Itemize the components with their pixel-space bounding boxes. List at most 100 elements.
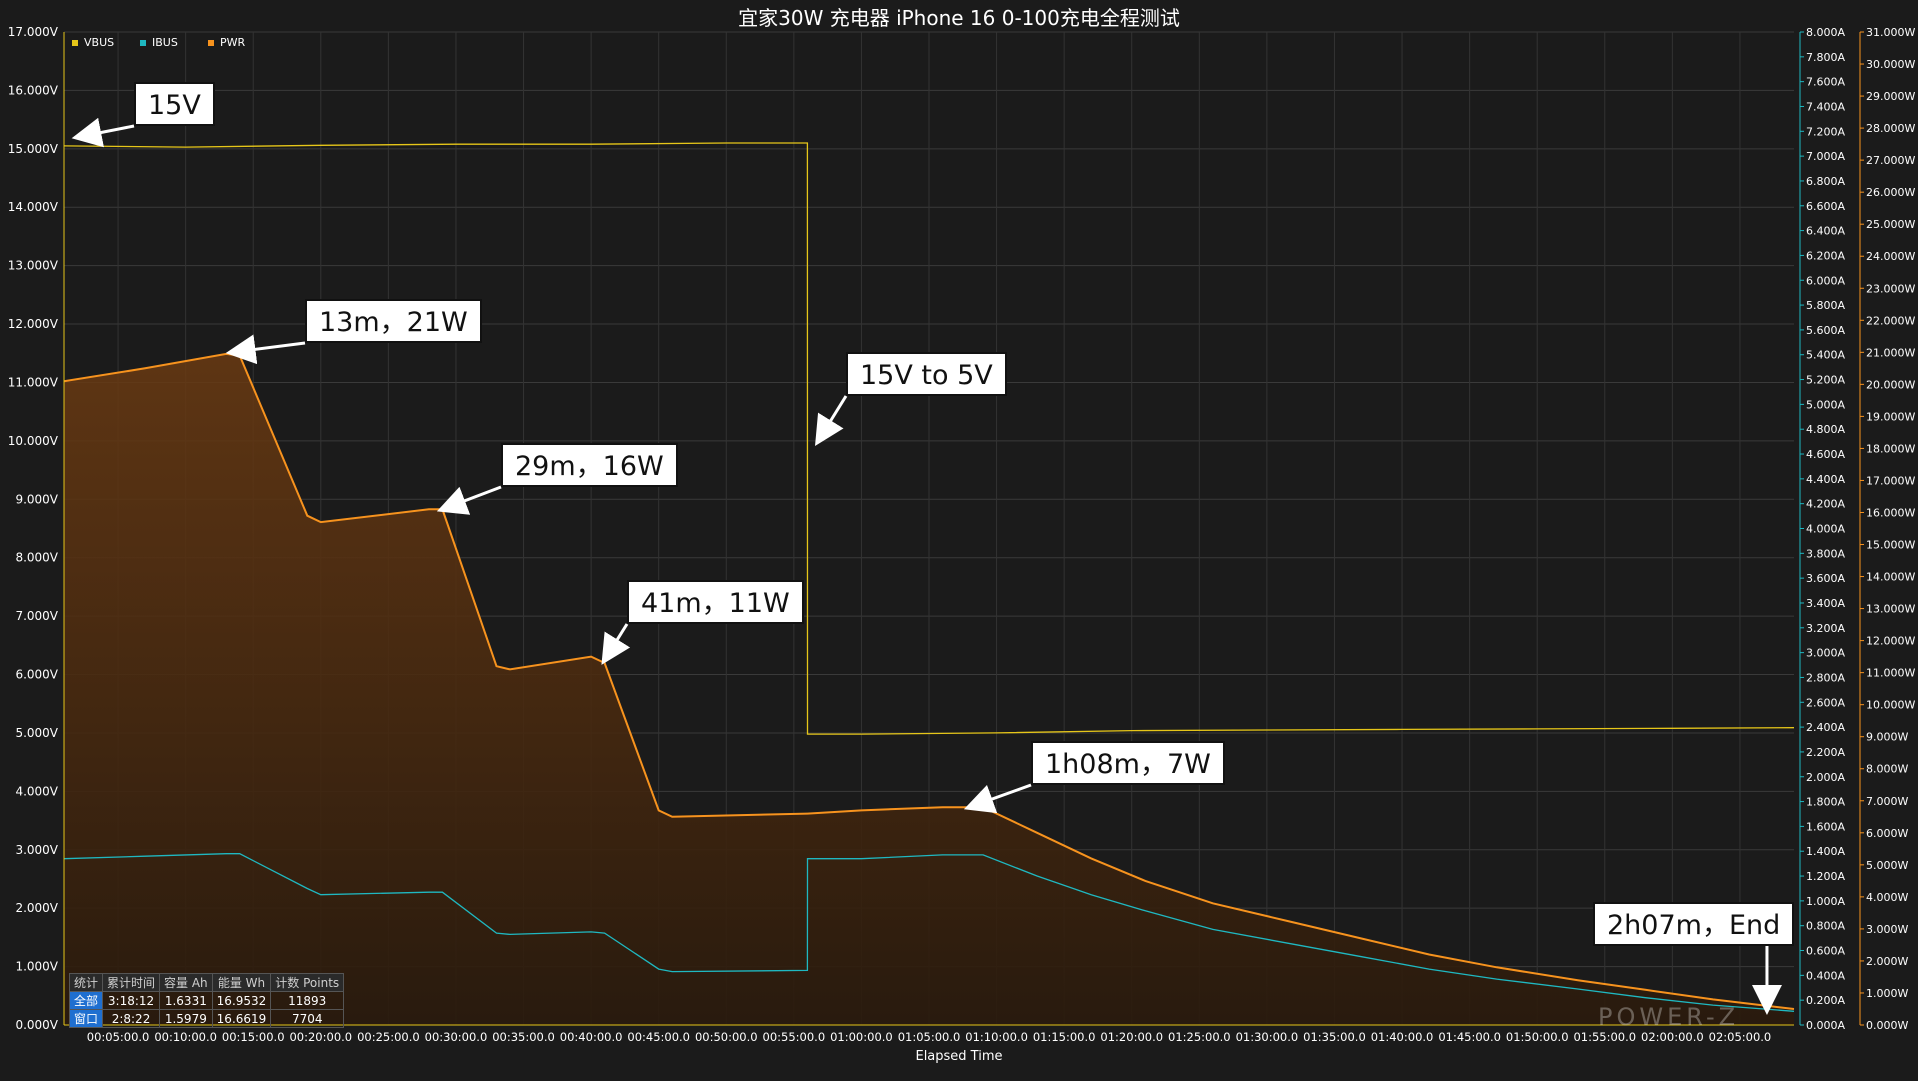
stats-cell-energy: 16.9532 xyxy=(211,991,272,1010)
y-tick-label-current: 7.800A xyxy=(1806,51,1845,64)
y-tick-label-voltage: 2.000V xyxy=(15,901,58,915)
x-tick-label: 00:40:00.0 xyxy=(560,1030,623,1044)
y-tick-label-current: 5.600A xyxy=(1806,324,1845,337)
x-tick-label: 00:45:00.0 xyxy=(627,1030,690,1044)
legend-item-ibus: IBUS xyxy=(140,36,178,49)
y-tick-label-power: 10.000W xyxy=(1866,699,1915,712)
x-tick-label: 01:50:00.0 xyxy=(1506,1030,1569,1044)
x-tick-label: 01:05:00.0 xyxy=(898,1030,961,1044)
y-tick-label-power: 26.000W xyxy=(1866,186,1915,199)
y-tick-label-voltage: 15.000V xyxy=(8,142,59,156)
callout-label: 29m，16W xyxy=(501,443,678,487)
y-tick-label-current: 6.400A xyxy=(1806,225,1845,238)
y-tick-label-current: 6.200A xyxy=(1806,249,1845,262)
y-tick-label-power: 22.000W xyxy=(1866,314,1915,327)
x-axis-label: Elapsed Time xyxy=(915,1049,1003,1064)
y-tick-label-power: 13.000W xyxy=(1866,603,1915,616)
y-tick-label-power: 18.000W xyxy=(1866,442,1915,455)
stats-row-all: 全部 3:18:12 1.6331 16.9532 11893 xyxy=(68,991,345,1010)
y-tick-label-current: 4.800A xyxy=(1806,423,1845,436)
y-tick-label-voltage: 7.000V xyxy=(15,609,58,623)
y-tick-label-current: 3.200A xyxy=(1806,622,1845,635)
y-tick-label-current: 2.200A xyxy=(1806,746,1845,759)
y-tick-label-power: 4.000W xyxy=(1866,891,1908,904)
y-tick-label-power: 28.000W xyxy=(1866,122,1915,135)
y-tick-label-current: 5.400A xyxy=(1806,349,1845,362)
y-tick-label-current: 7.000A xyxy=(1806,150,1845,163)
y-tick-label-power: 17.000W xyxy=(1866,474,1915,487)
stats-cell-energy: 16.6619 xyxy=(211,1009,272,1028)
y-tick-label-power: 15.000W xyxy=(1866,539,1915,552)
x-tick-label: 01:10:00.0 xyxy=(965,1030,1028,1044)
x-tick-label: 00:15:00.0 xyxy=(222,1030,285,1044)
y-tick-label-voltage: 5.000V xyxy=(15,726,58,740)
legend-label: IBUS xyxy=(152,36,178,49)
chart-title: 宜家30W 充电器 iPhone 16 0-100充电全程测试 xyxy=(738,6,1180,30)
y-tick-label-current: 0.800A xyxy=(1806,920,1845,933)
y-tick-label-current: 4.000A xyxy=(1806,523,1845,536)
y-tick-label-voltage: 14.000V xyxy=(8,200,59,214)
y-tick-label-power: 11.000W xyxy=(1866,667,1915,680)
x-tick-label: 01:25:00.0 xyxy=(1168,1030,1231,1044)
y-tick-label-power: 25.000W xyxy=(1866,218,1915,231)
y-tick-label-power: 16.000W xyxy=(1866,506,1915,519)
x-tick-label: 00:55:00.0 xyxy=(763,1030,826,1044)
y-tick-label-current: 4.600A xyxy=(1806,448,1845,461)
y-tick-label-power: 3.000W xyxy=(1866,923,1908,936)
stats-row-window: 窗口 2:8:22 1.5979 16.6619 7704 xyxy=(68,1009,345,1028)
x-tick-label: 00:10:00.0 xyxy=(154,1030,217,1044)
x-tick-label: 00:05:00.0 xyxy=(87,1030,150,1044)
x-tick-label: 01:00:00.0 xyxy=(830,1030,893,1044)
y-tick-label-power: 19.000W xyxy=(1866,410,1915,423)
y-tick-label-voltage: 12.000V xyxy=(8,317,59,331)
y-tick-label-power: 9.000W xyxy=(1866,731,1908,744)
y-tick-label-current: 3.600A xyxy=(1806,572,1845,585)
stats-table: 统计 累计时间 容量 Ah 能量 Wh 计数 Points 全部 3:18:12… xyxy=(68,973,345,1028)
x-tick-label: 01:40:00.0 xyxy=(1371,1030,1434,1044)
legend-swatch xyxy=(208,39,214,46)
y-tick-label-power: 30.000W xyxy=(1866,58,1915,71)
y-tick-label-power: 27.000W xyxy=(1866,154,1915,167)
callout-label: 41m，11W xyxy=(627,580,804,624)
y-tick-label-voltage: 1.000V xyxy=(15,960,58,974)
y-tick-label-current: 1.600A xyxy=(1806,820,1845,833)
y-tick-label-power: 21.000W xyxy=(1866,346,1915,359)
y-tick-label-current: 3.800A xyxy=(1806,547,1845,560)
y-tick-label-current: 6.800A xyxy=(1806,175,1845,188)
y-tick-label-current: 2.000A xyxy=(1806,771,1845,784)
y-tick-label-current: 1.800A xyxy=(1806,796,1845,809)
x-tick-label: 01:15:00.0 xyxy=(1033,1030,1096,1044)
callout-label: 1h08m，7W xyxy=(1031,741,1225,785)
y-tick-label-current: 4.200A xyxy=(1806,498,1845,511)
stats-cell-points: 11893 xyxy=(270,991,345,1010)
y-tick-label-current: 0.400A xyxy=(1806,969,1845,982)
y-tick-label-power: 6.000W xyxy=(1866,827,1908,840)
y-tick-label-power: 24.000W xyxy=(1866,250,1915,263)
legend-label: VBUS xyxy=(84,36,115,49)
y-tick-label-current: 0.200A xyxy=(1806,994,1845,1007)
y-tick-label-current: 2.600A xyxy=(1806,696,1845,709)
x-tick-label: 01:30:00.0 xyxy=(1236,1030,1299,1044)
y-tick-label-power: 20.000W xyxy=(1866,378,1915,391)
stats-row-label: 全部 xyxy=(68,991,104,1010)
y-tick-label-voltage: 13.000V xyxy=(8,259,59,273)
y-tick-label-power: 12.000W xyxy=(1866,635,1915,648)
stats-header: 统计 xyxy=(68,973,104,992)
x-tick-label: 00:50:00.0 xyxy=(695,1030,758,1044)
y-tick-label-voltage: 10.000V xyxy=(8,434,59,448)
watermark-logo: POWER-Z xyxy=(1598,1003,1740,1031)
y-tick-label-power: 0.000W xyxy=(1866,1019,1908,1032)
stats-cell-capacity: 1.5979 xyxy=(159,1009,213,1028)
x-tick-label: 01:45:00.0 xyxy=(1438,1030,1501,1044)
x-tick-label: 01:55:00.0 xyxy=(1573,1030,1636,1044)
y-tick-label-current: 1.000A xyxy=(1806,895,1845,908)
y-tick-label-current: 0.000A xyxy=(1806,1019,1845,1032)
y-tick-label-power: 14.000W xyxy=(1866,571,1915,584)
x-tick-label: 01:20:00.0 xyxy=(1100,1030,1163,1044)
stats-header-row: 统计 累计时间 容量 Ah 能量 Wh 计数 Points xyxy=(68,973,345,992)
y-tick-label-current: 4.400A xyxy=(1806,473,1845,486)
x-tick-label: 00:25:00.0 xyxy=(357,1030,420,1044)
x-tick-label: 00:35:00.0 xyxy=(492,1030,555,1044)
y-tick-label-voltage: 11.000V xyxy=(8,375,59,389)
y-tick-label-current: 5.800A xyxy=(1806,299,1845,312)
